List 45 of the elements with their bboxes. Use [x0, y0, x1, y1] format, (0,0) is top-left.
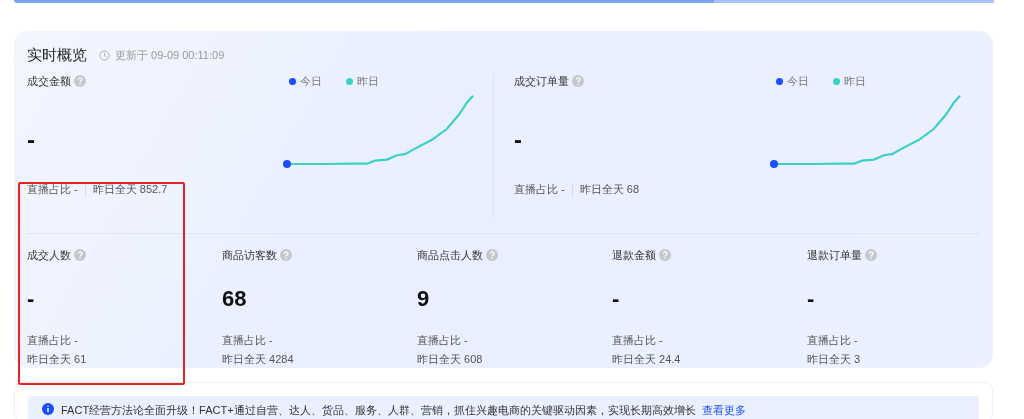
- yesterday-total: 昨日全天 61: [27, 352, 88, 367]
- help-icon[interactable]: [865, 249, 877, 261]
- live-share: 直播占比 -: [612, 333, 664, 348]
- metric-label: 退款金额: [612, 247, 656, 263]
- help-icon[interactable]: [659, 249, 671, 261]
- live-share: 直播占比 -: [514, 182, 565, 197]
- live-share: 直播占比 -: [27, 182, 78, 197]
- metric-label: 商品访客数: [222, 247, 277, 263]
- metric-value: -: [612, 285, 621, 313]
- live-share: 直播占比 -: [417, 333, 469, 348]
- metric-label: 成交订单量: [514, 73, 569, 89]
- notice-text: FACT经营方法论全面升级！FACT+通过自营、达人、货品、服务、人群、营销，抓住兴趣电商的关键驱动因素，实现长期高效增长: [61, 403, 696, 418]
- yesterday-total: 昨日全天 4284: [222, 352, 295, 367]
- help-icon[interactable]: [74, 249, 86, 261]
- clock-icon: [99, 49, 110, 61]
- yesterday-total: 昨日全天 852.7: [92, 182, 168, 197]
- yesterday-total: 昨日全天 24.4: [612, 352, 682, 367]
- help-icon[interactable]: [280, 249, 292, 261]
- metric-label: 商品点击人数: [417, 247, 483, 263]
- metric-label: 成交人数: [27, 247, 71, 263]
- info-icon: [42, 403, 54, 415]
- legend-label: 昨日: [844, 73, 866, 89]
- yesterday-total: 昨日全天 608: [417, 352, 484, 367]
- metric-value: -: [27, 285, 36, 313]
- legend-label: 昨日: [357, 73, 379, 89]
- legend-label: 今日: [787, 73, 809, 89]
- help-icon[interactable]: [572, 75, 584, 87]
- yesterday-total: 昨日全天 68: [579, 182, 640, 197]
- metric-value: 68: [222, 285, 248, 313]
- metric-value: 9: [417, 285, 431, 313]
- help-icon[interactable]: [74, 75, 86, 87]
- live-share: 直播占比 -: [27, 333, 79, 348]
- panel-title: 实时概览: [27, 45, 87, 65]
- live-share: 直播占比 -: [807, 333, 859, 348]
- metric-label: 成交金额: [27, 73, 71, 89]
- metric-label: 退款订单量: [807, 247, 862, 263]
- yesterday-total: 昨日全天 3: [807, 352, 862, 367]
- metric-value: -: [807, 285, 816, 313]
- update-time: 更新于 09-09 00:11:09: [115, 47, 225, 63]
- help-icon[interactable]: [486, 249, 498, 261]
- metric-value: -: [27, 125, 36, 155]
- live-share: 直播占比 -: [222, 333, 274, 348]
- view-more-link[interactable]: 查看更多: [701, 403, 746, 418]
- metric-value: -: [514, 125, 523, 155]
- legend-label: 今日: [300, 73, 322, 89]
